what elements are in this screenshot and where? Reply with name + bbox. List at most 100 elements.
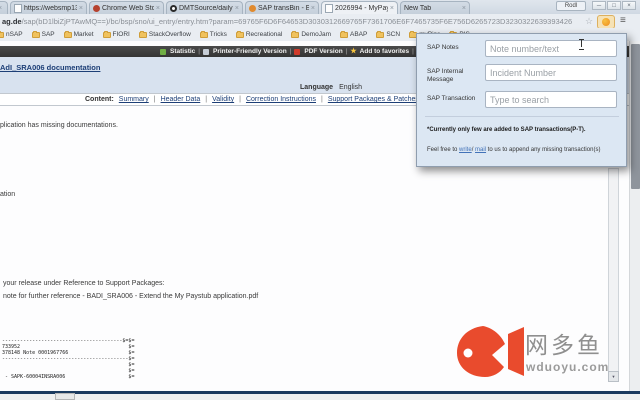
bookmark-label: SCN [386, 31, 401, 38]
bookmark-label: DemoJam [301, 31, 331, 38]
bookmark-item[interactable]: Recreational [235, 30, 283, 38]
bookmark-item[interactable]: Tricks [199, 30, 227, 38]
documentation-link[interactable]: AdI_SRA006 documentation [0, 63, 100, 72]
sap-internal-message-label: SAP Internal Message [427, 68, 464, 83]
validity-link[interactable]: Validity [212, 96, 234, 103]
separator: | [153, 96, 156, 103]
folder-icon [63, 30, 72, 38]
summary-link[interactable]: Summary [119, 96, 149, 103]
tab-close-icon[interactable]: × [156, 5, 160, 12]
tab-close-icon[interactable]: × [79, 5, 83, 12]
watermark-cn-text: 网多鱼 [525, 333, 603, 359]
bookmark-label: SAP [41, 31, 55, 38]
language-row: Language English [300, 84, 362, 91]
minimize-button[interactable]: ─ [592, 1, 606, 10]
close-window-button[interactable]: × [622, 1, 636, 10]
tab-chrome-web-store[interactable]: Chrome Web Store - ... × [89, 1, 164, 14]
sap-transaction-input[interactable] [485, 91, 617, 108]
sap-notes-input[interactable] [485, 40, 617, 57]
tab-close-icon[interactable]: × [390, 5, 394, 12]
sap-notes-label: SAP Notes [427, 44, 459, 51]
tab-new-tab[interactable]: New Tab × [400, 1, 470, 14]
tab-github[interactable]: DMTSource/daily-sto... × [166, 1, 243, 14]
tab-close-icon[interactable]: × [0, 5, 2, 12]
document-favicon [325, 3, 333, 13]
bookmark-item[interactable]: nSAP [0, 30, 23, 38]
tab-partial[interactable]: × [0, 1, 8, 14]
printer-icon [203, 48, 209, 55]
document-favicon [14, 3, 22, 13]
support-packages-link[interactable]: Support Packages & Patches [328, 96, 419, 103]
sap-extension-icon[interactable] [597, 15, 615, 29]
body-line-1: plication has missing documentations. [0, 122, 118, 129]
footer-text: to us to append any missing transaction(… [486, 147, 601, 153]
profile-button[interactable]: Rodl [556, 1, 586, 11]
bookmark-label: ABAP [349, 31, 368, 38]
bookmark-star-icon[interactable]: ☆ [585, 16, 593, 26]
tab-label: SAP transBin - Edit In... [258, 4, 309, 12]
tab-label: Chrome Web Store - ... [102, 4, 154, 12]
restore-button[interactable]: □ [607, 1, 621, 10]
footer-text: Feel free to [427, 147, 460, 153]
folder-icon [235, 30, 244, 38]
window-scrollbar-thumb[interactable] [631, 44, 640, 189]
horizontal-scrollbar-thumb[interactable] [55, 393, 75, 400]
folder-icon [291, 30, 300, 38]
sap-favicon [249, 4, 256, 12]
mail-link[interactable]: mail [475, 147, 486, 153]
folder-icon [102, 30, 111, 38]
add-to-favorites-link[interactable]: Add to favorites [360, 48, 409, 55]
url-field[interactable]: ag.de/sap(bD1lbiZjPTAwMQ==)/bc/bsp/sno/u… [2, 17, 580, 26]
pdf-version-link[interactable]: PDF Version [304, 48, 342, 55]
bookmark-label: Tricks [209, 31, 227, 38]
popup-divider [425, 116, 619, 117]
watermark: 网多鱼 wduoyu.com [455, 320, 620, 388]
bookmark-item[interactable]: StackOverflow [138, 30, 191, 38]
folder-icon [138, 30, 147, 38]
sap-transaction-row: SAP Transaction [427, 91, 617, 108]
tab-websmp[interactable]: https://websmp130.s... × [10, 1, 87, 14]
browser-window: × https://websmp130.s... × Chrome Web St… [0, 0, 640, 400]
sap-transaction-label: SAP Transaction [427, 95, 476, 102]
folder-icon [199, 30, 208, 38]
printer-friendly-link[interactable]: Printer-Friendly Version [213, 48, 287, 55]
tab-sap-transbin[interactable]: SAP transBin - Edit In... × [245, 1, 319, 14]
write-link[interactable]: write [459, 147, 472, 153]
popup-note: *Currently only few are added to SAP tra… [427, 127, 586, 133]
bookmark-item[interactable]: DemoJam [291, 30, 331, 38]
address-bar: ag.de/sap(bD1lbiZjPTAwMQ==)/bc/bsp/sno/u… [0, 14, 640, 29]
bookmark-label: Recreational [245, 31, 283, 38]
language-value[interactable]: English [339, 84, 362, 91]
separator: | [205, 96, 208, 103]
bookmark-item[interactable]: FIORI [102, 30, 130, 38]
github-favicon [170, 4, 177, 12]
header-data-link[interactable]: Header Data [161, 96, 201, 103]
tab-close-icon[interactable]: × [311, 5, 315, 12]
body-line-3: your release under Reference to Support … [3, 280, 165, 287]
separator: | [345, 48, 348, 55]
tab-close-icon[interactable]: × [462, 5, 466, 12]
statistic-link[interactable]: Statistic [170, 48, 195, 55]
watermark-site-text: wduoyu.com [526, 360, 610, 374]
menu-icon[interactable]: ≡ [620, 15, 626, 27]
sap-internal-message-input[interactable] [485, 64, 617, 81]
folder-icon [0, 30, 4, 38]
sap-notes-row: SAP Notes [427, 40, 617, 57]
folder-icon [339, 30, 348, 38]
tab-bar: × https://websmp130.s... × Chrome Web St… [0, 0, 640, 14]
bookmark-item[interactable]: SAP [31, 30, 55, 38]
tab-label: DMTSource/daily-sto... [179, 4, 233, 12]
bookmark-label: nSAP [6, 31, 23, 38]
favorites-star-icon: ★ [350, 47, 357, 55]
bookmark-item[interactable]: ABAP [339, 30, 368, 38]
correction-instructions-link[interactable]: Correction Instructions [246, 96, 316, 103]
separator: | [289, 48, 292, 55]
bookmark-item[interactable]: Market [63, 30, 94, 38]
window-scrollbar-track[interactable] [629, 41, 640, 391]
language-label: Language [300, 84, 334, 91]
tab-close-icon[interactable]: × [235, 5, 239, 12]
tab-mypaystub-active[interactable]: 2026994 - MyPaystub × [321, 1, 398, 14]
bookmark-item[interactable]: SCN [376, 30, 401, 38]
folder-icon [376, 30, 385, 38]
text-cursor [579, 39, 584, 50]
